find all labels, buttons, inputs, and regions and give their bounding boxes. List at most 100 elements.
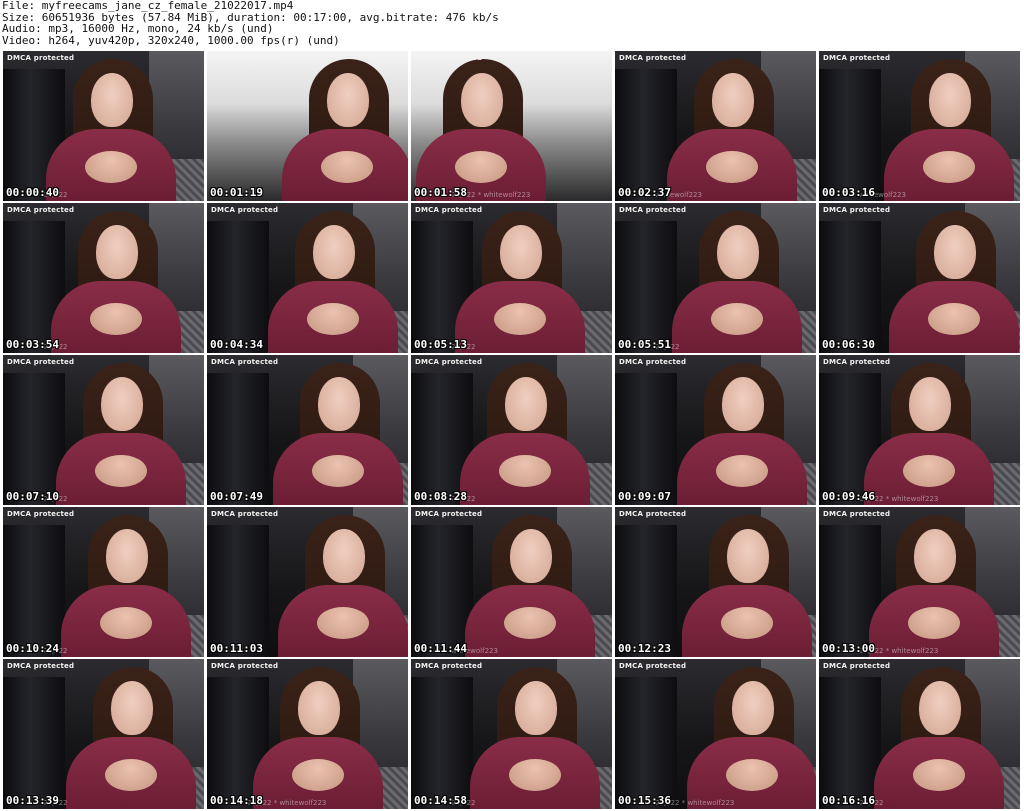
- video-thumbnail[interactable]: DMCA protected 00:09:07: [615, 355, 816, 505]
- person-face-shape: [318, 377, 360, 431]
- timestamp-label: 00:14:58: [414, 794, 467, 807]
- person-face-shape: [91, 73, 133, 127]
- timestamp-label: 00:13:39: [6, 794, 59, 807]
- video-thumbnail[interactable]: DMCA protected 22,222 00:05:51: [615, 203, 816, 353]
- video-thumbnail[interactable]: DMCA protected 22,222 00:03:54: [3, 203, 204, 353]
- video-thumbnail[interactable]: DMCA protected 00:01:19: [207, 51, 408, 201]
- video-thumbnail[interactable]: DMCA protected 22,222 00:00:40: [3, 51, 204, 201]
- video-thumbnail[interactable]: DMCA protected 22,222 * whitewolf223 00:13…: [819, 507, 1020, 657]
- person-face-shape: [919, 681, 961, 735]
- person-chest-shape: [908, 607, 960, 639]
- timestamp-label: 00:07:10: [6, 490, 59, 503]
- timestamp-label: 00:06:30: [822, 338, 875, 351]
- person-chest-shape: [913, 759, 965, 791]
- video-thumbnail[interactable]: DMCA protected whitewolf223 00:11:44: [411, 507, 612, 657]
- file-name-line: File: myfreecams_jane_cz_female_21022017…: [2, 0, 294, 12]
- dmca-label: DMCA protected: [7, 358, 75, 366]
- dmca-label: DMCA protected: [7, 206, 75, 214]
- timestamp-label: 00:03:54: [6, 338, 59, 351]
- video-thumbnail[interactable]: DMCA protected 22,222 00:13:39: [3, 659, 204, 809]
- fridge-shape: [3, 677, 65, 809]
- person-face-shape: [914, 529, 956, 583]
- person-face-shape: [461, 73, 503, 127]
- video-thumbnail[interactable]: DMCA protected 22,222 * whitewolf223 00:01…: [411, 51, 612, 201]
- person-face-shape: [313, 225, 355, 279]
- timestamp-label: 00:05:13: [414, 338, 467, 351]
- video-thumbnail[interactable]: DMCA protected 22,222 00:07:10: [3, 355, 204, 505]
- video-thumbnail[interactable]: DMCA protected 00:12:23: [615, 507, 816, 657]
- dmca-label: DMCA protected: [619, 662, 687, 670]
- dmca-label: DMCA protected: [619, 510, 687, 518]
- person-chest-shape: [321, 151, 373, 183]
- fridge-shape: [207, 525, 269, 657]
- timestamp-label: 00:11:44: [414, 642, 467, 655]
- person-face-shape: [909, 377, 951, 431]
- person-face-shape: [515, 681, 557, 735]
- person-face-shape: [732, 681, 774, 735]
- dmca-label: DMCA protected: [7, 662, 75, 670]
- person-chest-shape: [504, 607, 556, 639]
- dmca-label: DMCA protected: [823, 358, 891, 366]
- dmca-label: DMCA protected: [823, 662, 891, 670]
- person-chest-shape: [721, 607, 773, 639]
- person-chest-shape: [105, 759, 157, 791]
- fridge-shape: [207, 373, 269, 505]
- person-face-shape: [510, 529, 552, 583]
- fridge-shape: [615, 373, 677, 505]
- person-chest-shape: [499, 455, 551, 487]
- person-face-shape: [727, 529, 769, 583]
- video-thumbnail[interactable]: DMCA protected 22,222 00:14:58: [411, 659, 612, 809]
- person-chest-shape: [312, 455, 364, 487]
- video-thumbnail[interactable]: DMCA protected 22,222 * whitewolf223 00:09…: [819, 355, 1020, 505]
- person-chest-shape: [90, 303, 142, 335]
- video-thumbnail[interactable]: DMCA protected whitewolf223 00:03:16: [819, 51, 1020, 201]
- person-face-shape: [934, 225, 976, 279]
- dmca-label: DMCA protected: [211, 510, 279, 518]
- video-thumbnail[interactable]: DMCA protected 22,222 00:16:16: [819, 659, 1020, 809]
- person-face-shape: [323, 529, 365, 583]
- person-face-shape: [106, 529, 148, 583]
- video-thumbnail[interactable]: DMCA protected 00:06:30: [819, 203, 1020, 353]
- person-face-shape: [929, 73, 971, 127]
- video-thumbnail[interactable]: DMCA protected 22,222 00:10:24: [3, 507, 204, 657]
- timestamp-label: 00:11:03: [210, 642, 263, 655]
- person-chest-shape: [292, 759, 344, 791]
- person-chest-shape: [726, 759, 778, 791]
- video-thumbnail[interactable]: DMCA protected 22,222 00:05:13: [411, 203, 612, 353]
- video-thumbnail[interactable]: DMCA protected 22,222 00:08:28: [411, 355, 612, 505]
- person-chest-shape: [85, 151, 137, 183]
- video-thumbnail[interactable]: DMCA protected 00:04:34: [207, 203, 408, 353]
- dmca-label: DMCA protected: [823, 206, 891, 214]
- video-thumbnail[interactable]: DMCA protected whitewolf223 00:02:37: [615, 51, 816, 201]
- fridge-shape: [615, 677, 677, 809]
- person-chest-shape: [923, 151, 975, 183]
- fridge-shape: [411, 677, 473, 809]
- person-chest-shape: [509, 759, 561, 791]
- person-face-shape: [101, 377, 143, 431]
- timestamp-label: 00:05:51: [618, 338, 671, 351]
- fridge-shape: [615, 221, 677, 353]
- video-thumbnail[interactable]: DMCA protected 22,222 * whitewolf223 00:15…: [615, 659, 816, 809]
- timestamp-label: 00:03:16: [822, 186, 875, 199]
- timestamp-label: 00:08:28: [414, 490, 467, 503]
- video-thumbnail[interactable]: DMCA protected 00:07:49: [207, 355, 408, 505]
- person-chest-shape: [711, 303, 763, 335]
- fridge-shape: [3, 525, 65, 657]
- dmca-label: DMCA protected: [823, 510, 891, 518]
- dmca-label: DMCA protected: [415, 206, 483, 214]
- person-face-shape: [327, 73, 369, 127]
- person-chest-shape: [903, 455, 955, 487]
- video-thumbnail[interactable]: DMCA protected 22,222 * whitewolf223 00:14…: [207, 659, 408, 809]
- dmca-label: DMCA protected: [619, 54, 687, 62]
- timestamp-label: 00:12:23: [618, 642, 671, 655]
- person-chest-shape: [307, 303, 359, 335]
- video-thumbnail[interactable]: DMCA protected 00:11:03: [207, 507, 408, 657]
- person-chest-shape: [100, 607, 152, 639]
- person-chest-shape: [928, 303, 980, 335]
- dmca-label: DMCA protected: [415, 510, 483, 518]
- timestamp-label: 00:07:49: [210, 490, 263, 503]
- person-face-shape: [505, 377, 547, 431]
- dmca-label: DMCA protected: [415, 54, 483, 62]
- person-chest-shape: [455, 151, 507, 183]
- dmca-label: DMCA protected: [619, 358, 687, 366]
